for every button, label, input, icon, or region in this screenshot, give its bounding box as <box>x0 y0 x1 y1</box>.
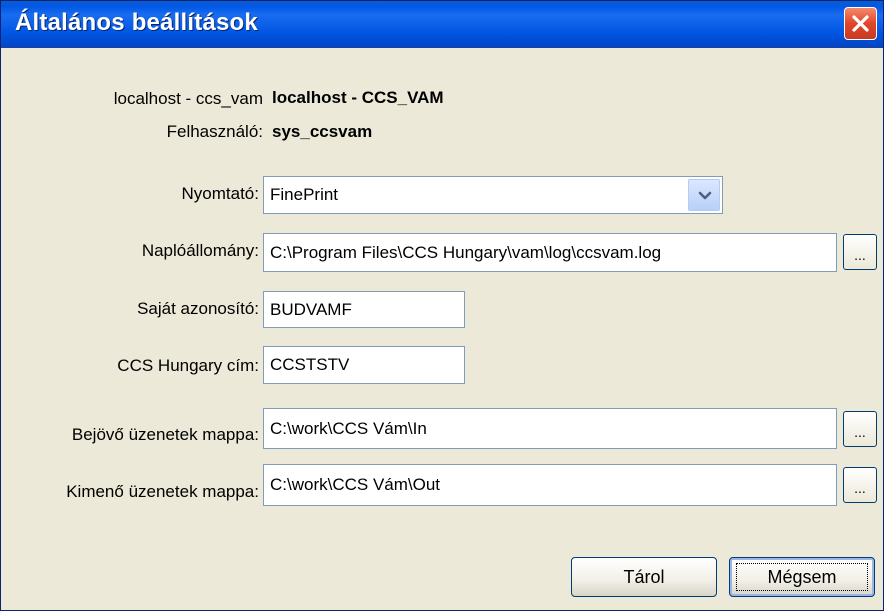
printer-selected-value: FinePrint <box>270 185 339 204</box>
incoming-browse-button[interactable]: ... <box>843 411 877 447</box>
incoming-folder-value: C:\work\CCS Vám\In <box>270 418 427 438</box>
title-bar[interactable]: Általános beállítások <box>1 1 883 48</box>
own-id-input[interactable]: BUDVAMF <box>263 291 465 328</box>
close-icon <box>852 15 869 32</box>
own-id-value: BUDVAMF <box>270 299 352 319</box>
cancel-button[interactable]: Mégsem <box>729 557 875 597</box>
outgoing-browse-button[interactable]: ... <box>843 467 877 503</box>
chevron-down-icon <box>698 191 712 200</box>
ccs-address-input[interactable]: CCSTSTV <box>263 346 465 384</box>
logfile-label: Naplóállomány: <box>141 241 259 260</box>
focus-rectangle <box>736 563 868 591</box>
connection-value: localhost - CCS_VAM <box>272 88 444 107</box>
outgoing-folder-label: Kimenő üzenetek mappa: <box>66 482 259 501</box>
printer-dropdown-button[interactable] <box>688 179 720 211</box>
outgoing-folder-value: C:\work\CCS Vám\Out <box>270 475 441 494</box>
logfile-input[interactable]: C:\Program Files\CCS Hungary\vam\log\ccs… <box>263 233 837 272</box>
user-value: sys_ccsvam <box>272 122 373 141</box>
save-button[interactable]: Tárol <box>571 557 717 597</box>
dialog-title: Általános beállítások <box>15 9 258 36</box>
close-button[interactable] <box>844 7 877 40</box>
outgoing-folder-input[interactable]: C:\work\CCS Vám\Out <box>263 464 837 506</box>
own-id-label: Saját azonosító: <box>137 299 259 318</box>
incoming-folder-label: Bejövő üzenetek mappa: <box>71 425 259 444</box>
ccs-address-label: CCS Hungary cím: <box>117 356 259 375</box>
printer-select[interactable]: FinePrint <box>263 176 723 214</box>
ccs-address-value: CCSTSTV <box>270 355 350 374</box>
incoming-folder-input[interactable]: C:\work\CCS Vám\In <box>263 408 837 449</box>
user-label: Felhasználó: <box>166 122 263 141</box>
logfile-value: C:\Program Files\CCS Hungary\vam\log\ccs… <box>270 242 662 262</box>
logfile-browse-button[interactable]: ... <box>843 234 877 270</box>
connection-label: localhost - ccs_vam <box>113 89 263 108</box>
settings-dialog: Általános beállítások localhost - ccs_va… <box>0 0 884 611</box>
printer-label: Nyomtató: <box>181 184 259 203</box>
